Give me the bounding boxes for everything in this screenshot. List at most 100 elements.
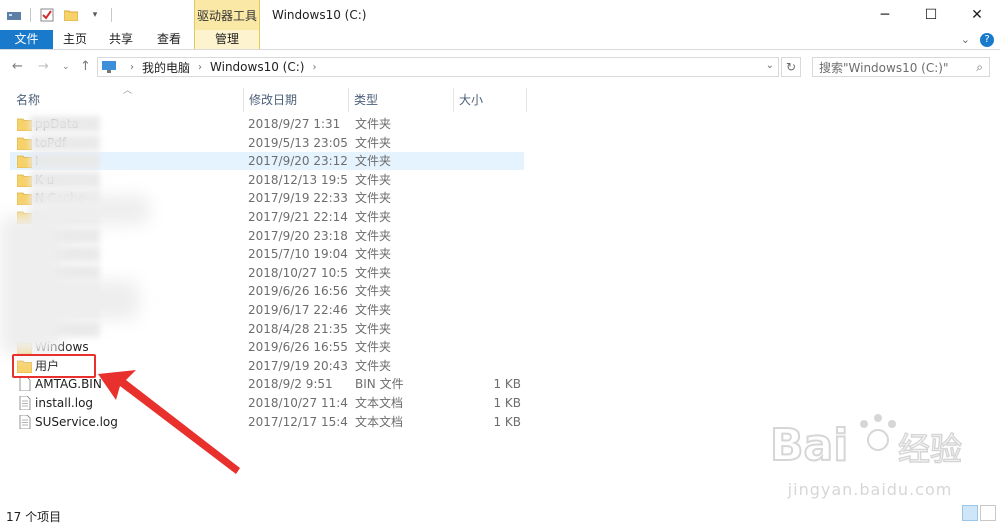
highlight-box [12, 354, 96, 378]
up-arrow-icon[interactable]: ↑ [80, 59, 91, 74]
minimize-button[interactable]: ─ [862, 0, 908, 30]
name-redaction [30, 171, 100, 188]
column-header-name[interactable]: 名称 [10, 88, 242, 112]
file-type: 文件夹 [355, 303, 392, 317]
privacy-blur [40, 195, 150, 225]
ribbon-tabs: 文件 主页 共享 查看 管理 ⌄ ? [0, 30, 1000, 50]
file-date: 2018/10/27 11:43 [248, 396, 348, 410]
tab-file[interactable]: 文件 [0, 30, 53, 49]
breadcrumb-this-pc[interactable]: 我的电脑 [142, 59, 190, 76]
window-title: Windows10 (C:) [272, 8, 367, 22]
file-type: 文件夹 [355, 284, 392, 299]
file-date: 2018/9/27 1:31 [248, 117, 341, 131]
computer-icon [102, 61, 116, 73]
file-date: 2019/5/13 23:05 [248, 135, 348, 150]
maximize-button[interactable]: ☐ [908, 0, 954, 30]
column-header-date[interactable]: 修改日期 [243, 88, 347, 112]
back-arrow-icon[interactable]: ← [12, 59, 23, 74]
file-row[interactable]: 2017/9/20 23:18 文件夹 [10, 227, 524, 245]
file-date: 2019/6/26 16:55 [248, 340, 348, 355]
file-size [455, 134, 521, 152]
file-size: 1 KB [493, 396, 521, 410]
file-date: 2018/4/28 21:35 [248, 321, 348, 336]
baidu-watermark: Bai 经验 jingyan.baidu.com [760, 400, 980, 510]
baidu-logo: Bai 经验 [769, 414, 963, 472]
file-size [455, 338, 521, 356]
status-item-count: 17 个项目 [6, 510, 62, 524]
expand-ribbon-icon[interactable]: ⌄ [961, 33, 970, 46]
refresh-button[interactable]: ↻ [781, 57, 801, 77]
file-date: 2019/6/17 22:46 [248, 303, 348, 317]
file-date: 2015/7/10 19:04 [248, 247, 348, 262]
navigation-bar: ← → ⌄ ↑ › 我的电脑 › Windows10 (C:) › ⌄ ↻ 搜索… [0, 50, 1000, 84]
file-date: 2018/10/27 10:54 [248, 265, 348, 280]
address-bar[interactable]: › 我的电脑 › Windows10 (C:) › ⌄ [97, 57, 779, 77]
file-type: 文件夹 [355, 265, 392, 280]
tab-home[interactable]: 主页 [55, 30, 95, 49]
file-size [455, 171, 521, 189]
tab-manage[interactable]: 管理 [194, 30, 260, 49]
file-type: 文本文档 [355, 414, 404, 429]
file-row[interactable]: SUService.log 2017/12/17 15:40 文本文档 1 KB [10, 413, 524, 431]
file-size [455, 320, 521, 338]
file-date: 2017/12/17 15:40 [248, 414, 348, 429]
file-size [455, 227, 521, 245]
new-folder-icon[interactable] [63, 7, 79, 23]
window-controls: ─ ☐ ✕ [862, 0, 1000, 30]
name-redaction [30, 134, 100, 151]
column-header-type[interactable]: 类型 [348, 88, 452, 112]
file-type: 文件夹 [355, 191, 392, 206]
file-size: 1 KB [493, 414, 521, 429]
context-tab-header: 驱动器工具 [194, 0, 260, 30]
title-bar: ▾ 驱动器工具 Windows10 (C:) ─ ☐ ✕ [0, 0, 1000, 30]
file-date: 2019/6/26 16:56 [248, 284, 348, 299]
file-row[interactable]: ppData2018/9/27 1:31文件夹 [10, 115, 524, 133]
drive-icon[interactable] [6, 7, 22, 23]
annotation-arrow [98, 370, 240, 474]
file-size [455, 264, 521, 282]
details-view-button[interactable] [962, 505, 978, 521]
file-row[interactable]: 2018/4/28 21:35 文件夹 [10, 320, 524, 338]
name-redaction [30, 153, 100, 170]
customize-toolbar-icon[interactable]: ▾ [87, 7, 103, 23]
forward-arrow-icon[interactable]: → [38, 59, 49, 74]
file-icon [19, 377, 31, 392]
file-type: 文件夹 [355, 358, 392, 373]
search-icon: ⌕ [976, 60, 983, 74]
file-date: 2017/9/19 22:33 [248, 191, 348, 206]
tab-view[interactable]: 查看 [148, 30, 190, 49]
svg-text:Bai: Bai [770, 420, 848, 471]
file-row[interactable]: K u2018/12/13 19:52文件夹 [10, 171, 524, 189]
recent-locations-icon[interactable]: ⌄ [62, 62, 70, 72]
file-size [455, 245, 521, 263]
file-row[interactable]: AMTAG.BIN 2018/9/2 9:51 BIN 文件 1 KB [10, 375, 524, 393]
help-icon[interactable]: ? [980, 32, 994, 47]
file-row[interactable]: P2015/7/10 19:04文件夹 [10, 245, 524, 263]
text-file-icon [19, 414, 31, 429]
address-dropdown-icon[interactable]: ⌄ [766, 60, 774, 71]
close-button[interactable]: ✕ [954, 0, 1000, 30]
text-file-icon [19, 396, 31, 410]
file-row[interactable]: toPdf2019/5/13 23:05文件夹 [10, 134, 524, 152]
file-row[interactable]: install.log 2018/10/27 11:43 文本文档 1 KB [10, 394, 524, 412]
file-type: 文件夹 [355, 117, 392, 131]
breadcrumb-drive[interactable]: Windows10 (C:) [210, 60, 304, 74]
column-header-size[interactable]: 大小 [453, 88, 525, 112]
file-type: 文本文档 [355, 396, 404, 410]
file-date: 2017/9/20 23:12 [248, 154, 348, 169]
large-icons-view-button[interactable] [980, 505, 996, 521]
search-input[interactable]: 搜索"Windows10 (C:)" ⌕ [812, 57, 990, 77]
file-size [455, 301, 521, 319]
properties-icon[interactable] [39, 7, 55, 23]
file-type: 文件夹 [355, 247, 392, 262]
file-size: 1 KB [493, 377, 521, 392]
file-size [455, 152, 521, 170]
file-row[interactable]: I2017/9/20 23:12文件夹 [10, 152, 524, 171]
file-size [455, 208, 521, 226]
file-type: 文件夹 [355, 340, 392, 355]
file-size [455, 115, 521, 133]
file-date: 2017/9/20 23:18 [248, 228, 348, 243]
file-type: 文件夹 [355, 135, 392, 150]
name-redaction [30, 116, 100, 132]
tab-share[interactable]: 共享 [100, 30, 142, 49]
